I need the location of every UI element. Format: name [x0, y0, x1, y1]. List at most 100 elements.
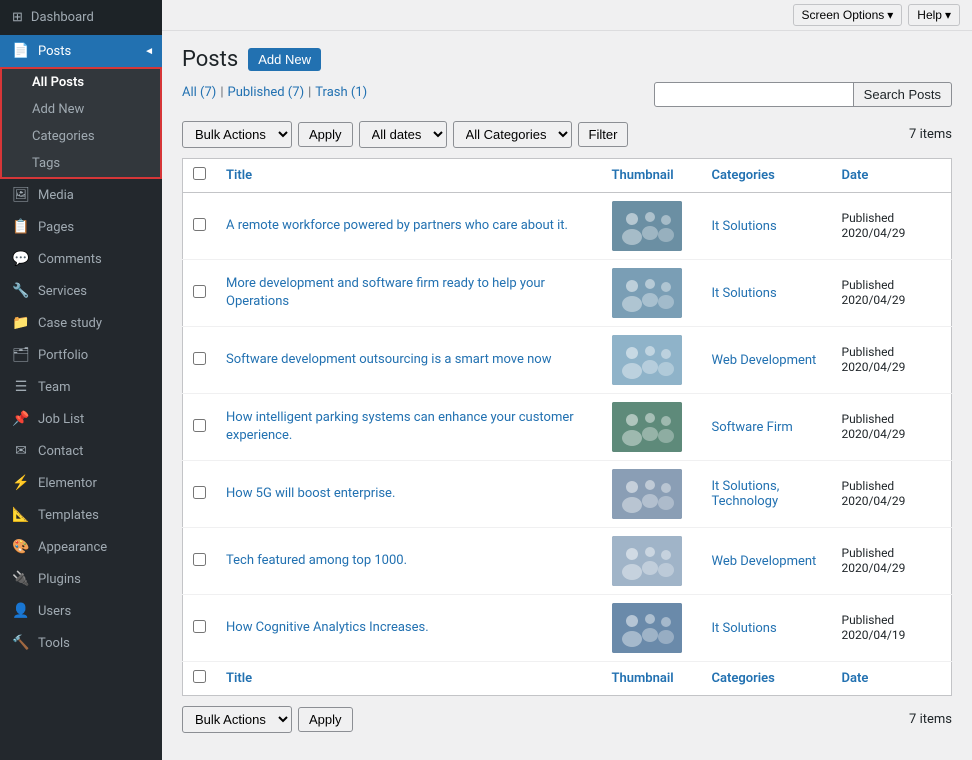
post-date-2: 2020/04/29 — [842, 293, 906, 307]
all-categories-select[interactable]: All Categories — [453, 121, 572, 148]
row-checkbox-7[interactable] — [193, 620, 206, 633]
sidebar-item-contact-label: Contact — [38, 444, 83, 459]
help-chevron-icon: ▾ — [945, 8, 951, 22]
post-title-link-1[interactable]: A remote workforce powered by partners w… — [226, 218, 568, 233]
row-checkbox-6[interactable] — [193, 553, 206, 566]
content-area: Posts Add New All (7) | Published (7) | … — [162, 31, 972, 760]
post-status-2: Published — [842, 278, 895, 292]
filter-trash-link[interactable]: Trash (1) — [315, 85, 367, 100]
sidebar-item-users[interactable]: 👤 Users — [0, 595, 162, 627]
sidebar-item-media[interactable]: 🖼 Media — [0, 179, 162, 211]
sidebar: ⊞ Dashboard 📄 Posts ◄ All Posts Add New … — [0, 0, 162, 760]
sidebar-brand-label: Dashboard — [31, 10, 94, 25]
col-footer-title: Title — [216, 662, 602, 696]
users-icon: 👤 — [12, 603, 30, 619]
screen-options-button[interactable]: Screen Options ▾ — [793, 4, 903, 26]
post-category-1[interactable]: It Solutions — [712, 219, 777, 234]
sidebar-item-templates[interactable]: 📐 Templates — [0, 499, 162, 531]
row-checkbox-3[interactable] — [193, 352, 206, 365]
table-row: Tech featured among top 1000. Web Develo… — [183, 528, 952, 595]
sidebar-item-elementor[interactable]: ⚡ Elementor — [0, 467, 162, 499]
row-checkbox-5[interactable] — [193, 486, 206, 499]
select-all-checkbox-bottom[interactable] — [193, 670, 206, 683]
sidebar-item-tools[interactable]: 🔨 Tools — [0, 627, 162, 659]
post-category-4[interactable]: Software Firm — [712, 420, 793, 435]
post-thumbnail-6 — [612, 536, 682, 586]
search-posts-button[interactable]: Search Posts — [854, 82, 952, 107]
table-row: More development and software firm ready… — [183, 260, 952, 327]
sidebar-subitem-all-posts[interactable]: All Posts — [2, 69, 160, 96]
post-title-link-6[interactable]: Tech featured among top 1000. — [226, 553, 407, 568]
apply-button-bottom[interactable]: Apply — [298, 707, 353, 732]
all-dates-select[interactable]: All dates — [359, 121, 447, 148]
help-button[interactable]: Help ▾ — [908, 4, 960, 26]
job-list-icon: 📌 — [12, 411, 30, 427]
post-category-5[interactable]: It Solutions, Technology — [712, 479, 780, 509]
post-date-3: 2020/04/29 — [842, 360, 906, 374]
post-category-6[interactable]: Web Development — [712, 554, 817, 569]
sidebar-item-contact[interactable]: ✉ Contact — [0, 435, 162, 467]
post-thumbnail-2 — [612, 268, 682, 318]
sidebar-subitem-tags[interactable]: Tags — [2, 150, 160, 177]
select-all-checkbox-top[interactable] — [193, 167, 206, 180]
page-title: Posts — [182, 47, 238, 72]
post-status-7: Published — [842, 613, 895, 627]
bulk-actions-select-top[interactable]: Bulk Actions — [182, 121, 292, 148]
search-input[interactable] — [654, 82, 854, 107]
bulk-actions-select-bottom[interactable]: Bulk Actions — [182, 706, 292, 733]
sidebar-item-job-list[interactable]: 📌 Job List — [0, 403, 162, 435]
sidebar-item-case-study-label: Case study — [38, 316, 102, 331]
sidebar-item-appearance[interactable]: 🎨 Appearance — [0, 531, 162, 563]
sidebar-brand[interactable]: ⊞ Dashboard — [0, 0, 162, 35]
post-title-link-2[interactable]: More development and software firm ready… — [226, 276, 545, 309]
sidebar-item-plugins[interactable]: 🔌 Plugins — [0, 563, 162, 595]
sidebar-item-comments[interactable]: 💬 Comments — [0, 243, 162, 275]
col-header-categories: Categories — [702, 159, 832, 193]
sidebar-item-posts-label: Posts — [38, 44, 71, 59]
post-category-3[interactable]: Web Development — [712, 353, 817, 368]
sidebar-item-case-study[interactable]: 📁 Case study — [0, 307, 162, 339]
sidebar-item-services-label: Services — [38, 284, 87, 299]
add-new-button[interactable]: Add New — [248, 48, 321, 71]
filter-all-link[interactable]: All (7) — [182, 85, 216, 100]
col-footer-date: Date — [832, 662, 952, 696]
templates-icon: 📐 — [12, 507, 30, 523]
post-category-7[interactable]: It Solutions — [712, 621, 777, 636]
apply-button-top[interactable]: Apply — [298, 122, 353, 147]
filter-button[interactable]: Filter — [578, 122, 629, 147]
post-category-2[interactable]: It Solutions — [712, 286, 777, 301]
page-header: Posts Add New — [182, 47, 952, 72]
row-checkbox-2[interactable] — [193, 285, 206, 298]
post-thumbnail-5 — [612, 469, 682, 519]
row-checkbox-1[interactable] — [193, 218, 206, 231]
filter-published-link[interactable]: Published (7) — [228, 85, 305, 100]
sidebar-subitem-categories[interactable]: Categories — [2, 123, 160, 150]
post-status-1: Published — [842, 211, 895, 225]
media-icon: 🖼 — [12, 187, 30, 203]
sidebar-item-team[interactable]: ☰ Team — [0, 371, 162, 403]
sidebar-item-team-label: Team — [38, 380, 71, 395]
comments-icon: 💬 — [12, 251, 30, 267]
sidebar-item-tools-label: Tools — [38, 636, 70, 651]
post-title-link-7[interactable]: How Cognitive Analytics Increases. — [226, 620, 429, 635]
row-checkbox-4[interactable] — [193, 419, 206, 432]
sidebar-subitem-add-new[interactable]: Add New — [2, 96, 160, 123]
screen-options-label: Screen Options — [802, 8, 885, 22]
post-title-link-5[interactable]: How 5G will boost enterprise. — [226, 486, 395, 501]
sidebar-item-portfolio[interactable]: 🗂 Portfolio — [0, 339, 162, 371]
col-footer-thumbnail: Thumbnail — [602, 662, 702, 696]
post-status-4: Published — [842, 412, 895, 426]
sidebar-item-posts[interactable]: 📄 Posts ◄ — [0, 35, 162, 67]
dashboard-icon: ⊞ — [12, 10, 23, 25]
filter-links: All (7) | Published (7) | Trash (1) — [182, 85, 367, 100]
post-thumbnail-3 — [612, 335, 682, 385]
sidebar-item-pages[interactable]: 📋 Pages — [0, 211, 162, 243]
post-title-link-4[interactable]: How intelligent parking systems can enha… — [226, 410, 574, 443]
post-title-link-3[interactable]: Software development outsourcing is a sm… — [226, 352, 552, 367]
col-header-thumbnail: Thumbnail — [602, 159, 702, 193]
appearance-icon: 🎨 — [12, 539, 30, 555]
sidebar-item-services[interactable]: 🔧 Services — [0, 275, 162, 307]
sidebar-item-portfolio-label: Portfolio — [38, 348, 88, 363]
posts-icon: 📄 — [12, 43, 30, 59]
sidebar-item-appearance-label: Appearance — [38, 540, 107, 555]
